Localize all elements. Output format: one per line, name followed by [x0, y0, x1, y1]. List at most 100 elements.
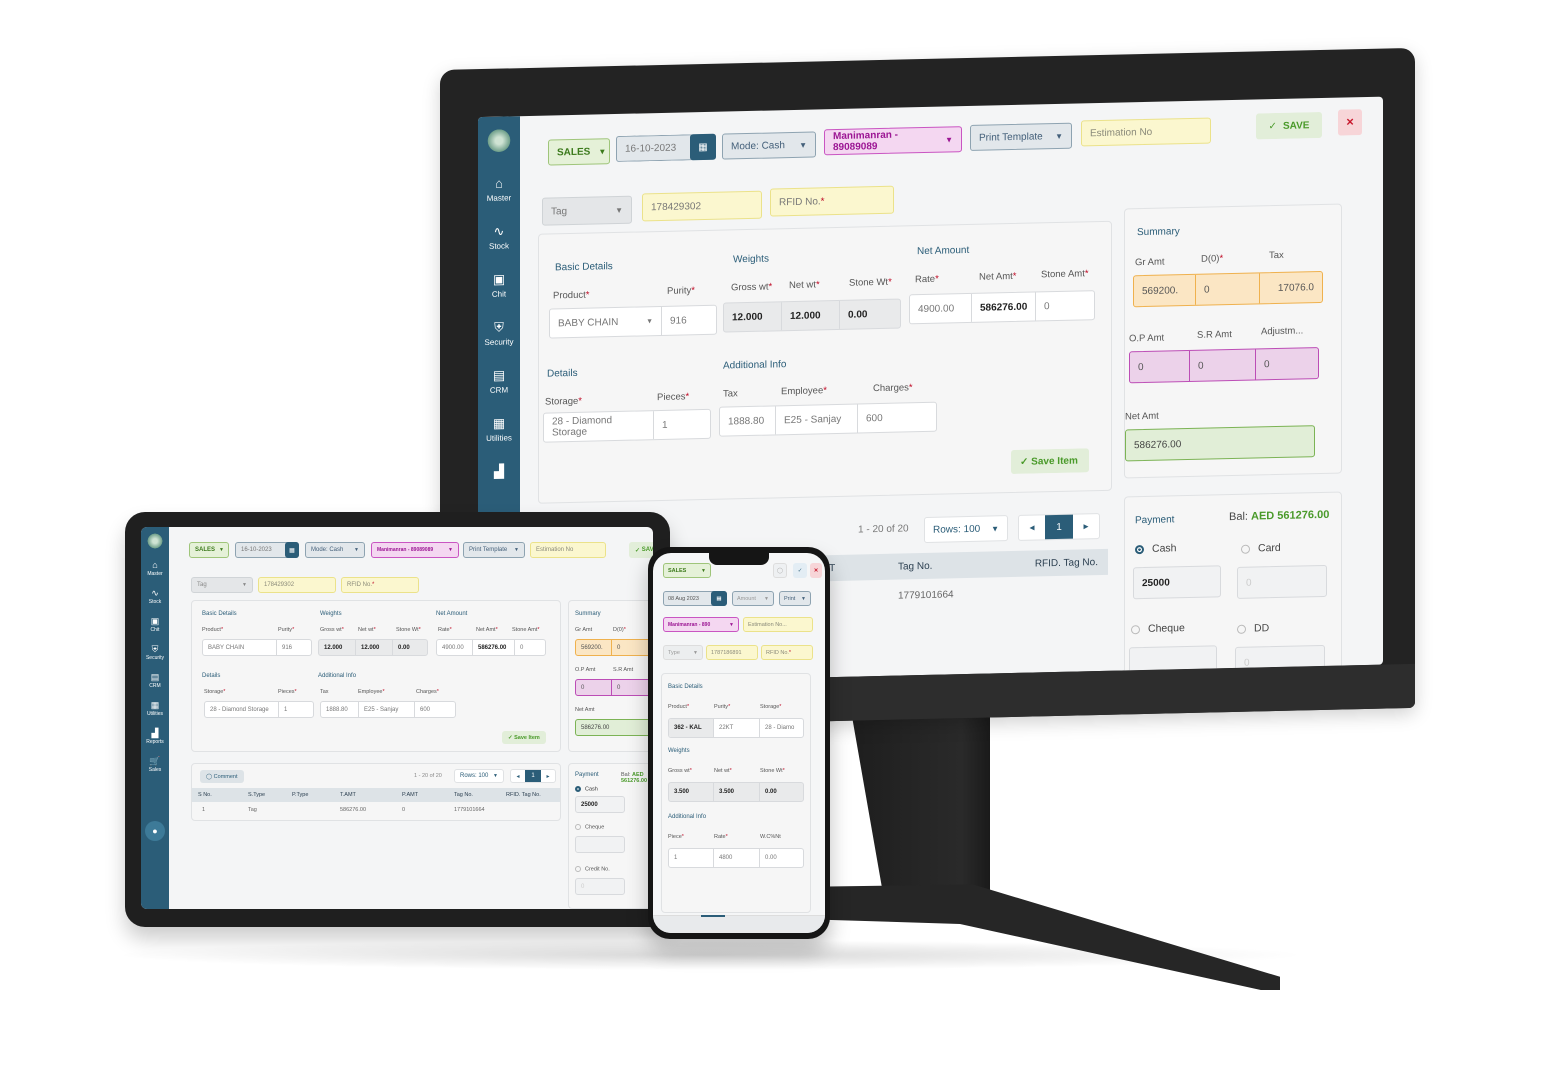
sr-amt-input[interactable]: 0	[1190, 349, 1256, 381]
rate-input[interactable]: 4800	[714, 849, 760, 867]
product-select[interactable]: 362 - KAL	[669, 719, 714, 737]
estimation-no-input[interactable]: Estimation No	[530, 542, 606, 558]
sidebar-item-crm[interactable]: ▤ CRM	[149, 673, 160, 690]
sidebar-item-sales[interactable]: 🛒 Sales	[149, 757, 162, 774]
scan-type-dropdown[interactable]: Tag ▼	[191, 577, 253, 593]
print-dropdown[interactable]: Print ▼	[779, 591, 811, 606]
tax-input[interactable]: 1888.80	[720, 406, 776, 436]
close-button[interactable]: ✕	[810, 563, 822, 578]
storage-select[interactable]: 28 - Diamond Storage	[544, 411, 654, 442]
stone-wt-input[interactable]: 0.00	[393, 640, 415, 655]
storage-select[interactable]: 28 - Diamo	[760, 719, 799, 737]
purity-input[interactable]: 916	[662, 306, 716, 335]
calendar-button[interactable]: ▦	[285, 542, 299, 558]
card-input[interactable]: 0	[1237, 564, 1327, 599]
charges-input[interactable]: 600	[415, 702, 435, 717]
cheque-radio[interactable]: Cheque	[575, 824, 604, 830]
net-wt-input[interactable]: 12.000	[356, 640, 393, 655]
sidebar-item-stock[interactable]: ∿ Stock	[149, 589, 162, 606]
product-select[interactable]: BABY CHAIN	[203, 640, 277, 655]
sales-type-dropdown[interactable]: SALES ▼	[548, 138, 610, 166]
gross-wt-input[interactable]: 12.000	[724, 302, 782, 332]
save-button[interactable]: ✓ SAVE	[1256, 111, 1322, 140]
save-item-button[interactable]: ✓ Save Item	[1011, 448, 1089, 475]
gross-wt-input[interactable]: 3.500	[669, 783, 714, 801]
sidebar-item-security[interactable]: ⛨ Security	[485, 320, 514, 347]
save-item-button[interactable]: ✓ Save Item	[502, 731, 546, 744]
next-page-button[interactable]: ▸	[541, 773, 555, 780]
scan-type-dropdown[interactable]: Tag ▼	[542, 195, 632, 226]
gross-wt-input[interactable]: 12.000	[319, 640, 356, 655]
calendar-button[interactable]: ▦	[711, 591, 727, 606]
storage-select[interactable]: 28 - Diamond Storage	[205, 702, 279, 717]
calendar-button[interactable]: ▦	[690, 133, 716, 161]
stone-amt-input[interactable]: 0	[1036, 291, 1094, 320]
print-template-dropdown[interactable]: Print Template ▼	[970, 122, 1072, 151]
page-1-button[interactable]: 1	[1045, 514, 1073, 540]
stone-wt-input[interactable]: 0.00	[840, 300, 900, 329]
dd-radio[interactable]: DD	[1237, 622, 1269, 635]
payment-mode-dropdown[interactable]: Mode: Cash ▼	[305, 542, 365, 558]
sales-type-dropdown[interactable]: SALES ▼	[189, 542, 229, 558]
comment-button[interactable]: ◯	[773, 563, 787, 578]
sidebar-item-chit[interactable]: ▣ Chit	[492, 272, 506, 299]
pieces-input[interactable]: 1	[279, 702, 292, 717]
wastage-input[interactable]: 0.00	[760, 849, 782, 867]
employee-select[interactable]: E25 - Sanjay	[776, 404, 858, 435]
discount-input[interactable]: 0	[1196, 273, 1260, 305]
op-amt-input[interactable]: 0	[576, 680, 612, 695]
cash-radio[interactable]: Cash	[575, 786, 598, 792]
rate-input[interactable]: 4900.00	[910, 293, 972, 324]
cash-input[interactable]: 25000	[1133, 565, 1221, 600]
sr-amt-input[interactable]: 0	[612, 680, 625, 695]
net-wt-input[interactable]: 12.000	[782, 300, 840, 331]
comment-button[interactable]: ◯ Comment	[200, 770, 244, 783]
discount-input[interactable]: 0	[612, 640, 625, 655]
product-select[interactable]: BABY CHAIN ▼	[550, 306, 662, 338]
customer-dropdown[interactable]: Manimanran - 89089089 ▼	[371, 542, 459, 558]
close-button[interactable]: ✕	[1338, 109, 1362, 136]
tag-number-input[interactable]: 178429302	[258, 577, 336, 593]
rate-input[interactable]: 4900.00	[437, 640, 473, 655]
tag-number-input[interactable]: 1787186891	[706, 645, 758, 660]
purity-select[interactable]: 22KT	[714, 719, 760, 737]
sidebar-item-master[interactable]: ⌂ Master	[147, 561, 162, 578]
sidebar-item-utilities[interactable]: ▦ Utilities	[486, 416, 512, 443]
sidebar-item-reports[interactable]: ▟ Reports	[146, 729, 164, 746]
rows-per-page-dropdown[interactable]: Rows: 100 ▼	[454, 769, 504, 783]
rfid-input[interactable]: RFID No. *	[341, 577, 419, 593]
customer-dropdown[interactable]: Manimanran - 890 ▼	[663, 617, 739, 632]
stone-wt-input[interactable]: 0.00	[760, 783, 782, 801]
print-template-dropdown[interactable]: Print Template ▼	[463, 542, 525, 558]
save-button[interactable]: ✓ SAVE	[629, 542, 653, 558]
rows-per-page-dropdown[interactable]: Rows: 100 ▼	[924, 515, 1008, 544]
purity-input[interactable]: 916	[277, 640, 297, 655]
net-wt-input[interactable]: 3.500	[714, 783, 760, 801]
sidebar-item-crm[interactable]: ▤ CRM	[490, 368, 508, 395]
net-amt-input[interactable]: 586276.00	[972, 292, 1036, 322]
op-amt-input[interactable]: 0	[1130, 350, 1190, 383]
sidebar-item-reports[interactable]: ▟	[494, 464, 504, 482]
pieces-input[interactable]: 1	[654, 410, 710, 439]
sidebar-item-chit[interactable]: ▣ Chit	[151, 617, 160, 634]
save-button[interactable]: ✓	[793, 563, 807, 578]
net-amt-input[interactable]: 586276.00	[473, 640, 515, 655]
sidebar-item-stock[interactable]: ∿ Stock	[489, 224, 509, 251]
card-radio[interactable]: Card	[1241, 542, 1281, 555]
credit-note-input[interactable]: 0	[575, 878, 625, 895]
sidebar-item-security[interactable]: ⛨ Security	[146, 645, 164, 662]
adjustment-input[interactable]: 0	[1256, 348, 1318, 379]
amount-mode-dropdown[interactable]: Amount ▼	[732, 591, 774, 606]
page-1-button[interactable]: 1	[525, 770, 541, 782]
table-row[interactable]: 1 Tag 586276.00 0 1779101664	[192, 802, 560, 818]
payment-mode-dropdown[interactable]: Mode: Cash ▼	[722, 131, 816, 160]
sidebar-item-master[interactable]: ⌂ Master	[487, 176, 511, 203]
prev-page-button[interactable]: ◂	[1019, 522, 1045, 534]
rfid-input[interactable]: RFID No. *	[761, 645, 813, 660]
cash-input[interactable]: 25000	[575, 796, 625, 813]
employee-select[interactable]: E25 - Sanjay	[359, 702, 415, 717]
cheque-radio[interactable]: Cheque	[1131, 622, 1185, 635]
stone-amt-input[interactable]: 0	[515, 640, 528, 655]
next-page-button[interactable]: ▸	[1073, 521, 1099, 533]
tag-number-input[interactable]: 178429302	[642, 190, 762, 222]
